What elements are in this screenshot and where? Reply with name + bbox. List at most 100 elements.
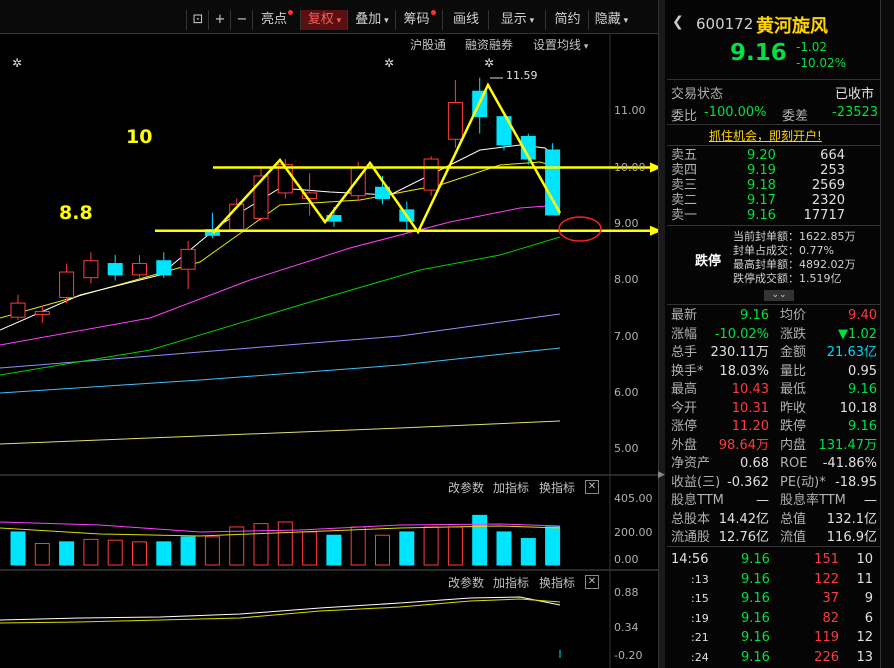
- divider: [667, 546, 880, 547]
- vol-close-icon[interactable]: ✕: [585, 480, 599, 494]
- tick-price: 9.16: [741, 571, 770, 587]
- ma120-line: [0, 347, 561, 394]
- quote-value: 9.16: [848, 382, 877, 397]
- stock-name: 黄河旋风: [756, 16, 828, 37]
- ask-label: 卖三: [671, 178, 698, 193]
- toolbar-item[interactable]: 显示 ▾: [488, 10, 546, 30]
- divider: [667, 225, 880, 226]
- quote-row: 外盘 98.64万 内盘 131.47万: [671, 436, 879, 455]
- promo-link[interactable]: 抓住机会，即刻开户!: [709, 127, 822, 144]
- weibi-value: -100.00%: [704, 105, 767, 120]
- toolbar-item[interactable]: 简约: [545, 10, 589, 30]
- quote-label: 总值: [780, 511, 807, 527]
- chevron-down-icon: ▾: [526, 16, 535, 26]
- candle-body: [132, 263, 147, 276]
- chevron-down-icon: ▾: [381, 16, 389, 26]
- toolbar-item-label: 简约: [554, 12, 581, 27]
- price-tick: 9.00: [614, 217, 639, 230]
- status-value: 已收市: [835, 87, 875, 102]
- quote-value: 98.64万: [718, 437, 769, 453]
- ask-row[interactable]: 卖五 9.20 664: [671, 148, 879, 163]
- toolbar-item-label: 画线: [452, 12, 479, 27]
- quote-label: PE(动)*: [780, 474, 826, 490]
- tick-time: :19: [691, 611, 709, 625]
- vol-tick: 405.00: [614, 492, 653, 505]
- notify-dot-icon: [430, 10, 436, 15]
- tick-row: :24 9.16 226 13: [671, 648, 879, 667]
- quote-value: 14.42亿: [718, 511, 769, 527]
- toolbar-item[interactable]: 画线: [442, 10, 489, 30]
- volume-bar: [34, 542, 50, 566]
- ind-switch-indicator[interactable]: 换指标: [539, 574, 575, 591]
- volume-bar: [229, 526, 245, 566]
- ask-row[interactable]: 卖三 9.18 2569: [671, 178, 879, 193]
- ask-volume: 253: [820, 163, 845, 178]
- zoom-out-icon[interactable]: −: [230, 10, 253, 30]
- back-icon[interactable]: ❮: [672, 14, 684, 30]
- stock-code: 600172: [696, 15, 754, 33]
- vol-switch-indicator[interactable]: 换指标: [539, 479, 575, 496]
- quote-value: 10.18: [839, 400, 877, 416]
- link-ma-settings[interactable]: 设置均线 ▾: [533, 36, 588, 53]
- volume-bar: [326, 534, 342, 566]
- tick-volume: 122: [814, 571, 839, 587]
- candle-body: [447, 102, 463, 140]
- volume-bar: [350, 526, 366, 566]
- toolbar-item[interactable]: 隐藏 ▾: [588, 10, 634, 30]
- ask-price: 9.17: [747, 193, 776, 208]
- toolbar-item-label: 复权: [307, 12, 334, 27]
- toolbar-item-label: 亮点: [260, 12, 287, 27]
- collapse-arrow-icon[interactable]: ▶: [658, 470, 665, 480]
- candle-body: [423, 158, 439, 191]
- volume-bar: [59, 541, 75, 566]
- toolbar-item-label: 隐藏: [594, 12, 621, 27]
- quote-label: 涨跌: [780, 326, 807, 342]
- ask-row[interactable]: 卖四 9.19 253: [671, 163, 879, 178]
- ask-row[interactable]: 卖二 9.17 2320: [671, 193, 879, 208]
- candle-body: [10, 302, 26, 318]
- ind-close-icon[interactable]: ✕: [585, 575, 599, 589]
- toolbar-item-label: 叠加: [355, 12, 382, 27]
- ask-volume: 17717: [803, 208, 845, 223]
- quote-row: 最高 10.43 最低 9.16: [671, 380, 879, 399]
- link-hgt[interactable]: 沪股通: [410, 36, 446, 53]
- quote-value: 9.40: [848, 308, 877, 323]
- limit-down-value: 1.519亿: [799, 272, 842, 285]
- price-tick: 7.00: [614, 330, 639, 343]
- ask-row[interactable]: 卖一 9.16 17717: [671, 208, 879, 223]
- quote-label: 涨停: [671, 419, 698, 434]
- candle-body: [545, 149, 561, 216]
- toolbar-item[interactable]: 叠加 ▾: [347, 10, 396, 30]
- quote-row: 净资产 0.68 ROE -41.86%: [671, 454, 879, 473]
- ind-edit-params[interactable]: 改参数: [448, 574, 484, 591]
- tick-time: :15: [691, 592, 709, 605]
- quote-value: -18.95: [835, 474, 877, 490]
- toolbar-item[interactable]: 亮点: [252, 10, 301, 30]
- tick-volume: 37: [822, 591, 839, 606]
- zoom-in-icon[interactable]: +: [208, 10, 231, 30]
- limit-down-row: 跌停成交额：1.519亿: [733, 270, 842, 286]
- lock-icon[interactable]: ⊡: [186, 10, 209, 30]
- volume-bar: [399, 531, 415, 566]
- quote-label: 股息TTM: [671, 493, 724, 508]
- vol-add-indicator[interactable]: 加指标: [493, 479, 529, 496]
- star-marker: ✲: [12, 56, 23, 70]
- quote-label: 流值: [780, 530, 807, 545]
- tick-row: :19 9.16 82 6: [671, 609, 879, 628]
- quote-label: 金额: [780, 345, 807, 360]
- quote-label: 外盘: [671, 437, 698, 453]
- tick-price: 9.16: [741, 630, 770, 645]
- link-margin[interactable]: 融资融券: [465, 36, 513, 53]
- ind-add-indicator[interactable]: 加指标: [493, 574, 529, 591]
- price-tick: 10.00: [614, 161, 646, 174]
- quote-label: 收益(三): [671, 474, 721, 490]
- toolbar-item[interactable]: 复权 ▾: [300, 10, 348, 30]
- chevron-down-icon: ▾: [620, 16, 629, 26]
- price-tick: 11.00: [614, 104, 646, 117]
- weicha-value: -23523: [832, 105, 879, 120]
- toolbar-item[interactable]: 筹码: [395, 10, 443, 30]
- vol-edit-params[interactable]: 改参数: [448, 479, 484, 496]
- expand-icon[interactable]: ⌄⌄: [764, 290, 794, 301]
- quote-value: 9.16: [740, 308, 769, 323]
- quote-label: 昨收: [780, 400, 807, 416]
